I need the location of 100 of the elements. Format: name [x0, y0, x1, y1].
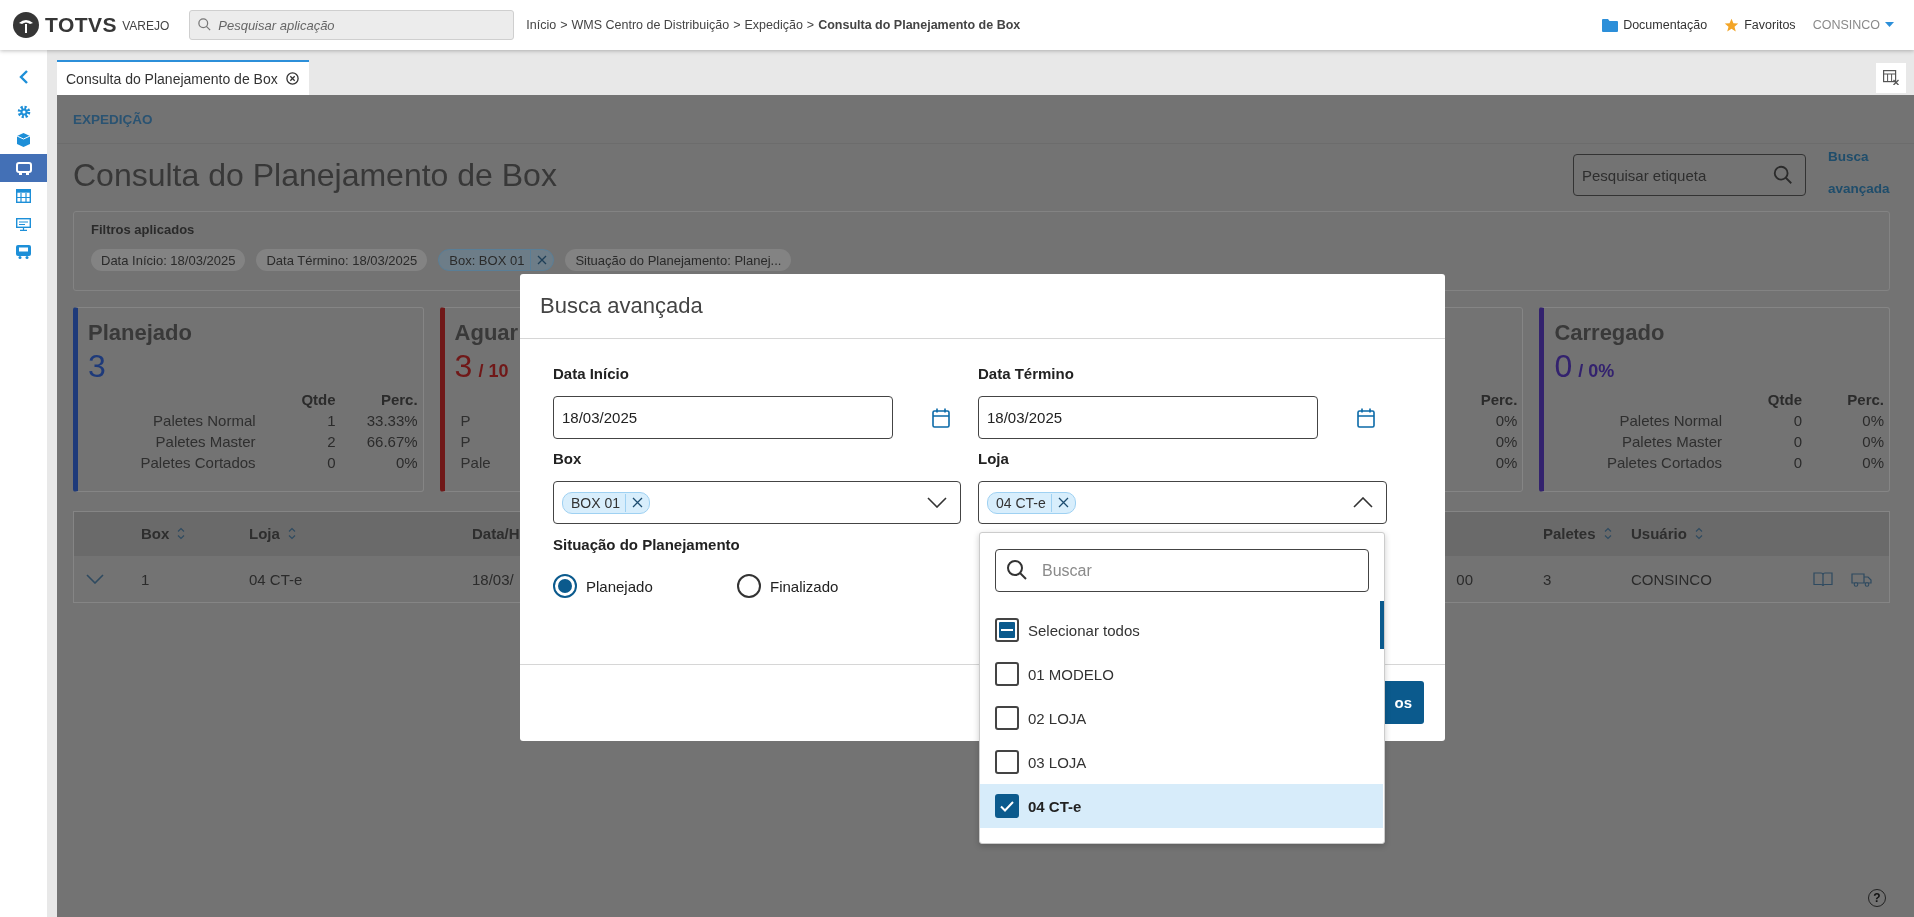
dropdown-option[interactable]: 04 CT-e [980, 784, 1383, 828]
percentage-value: 0% [1862, 412, 1884, 429]
field-label: Situação do Planejamento [553, 536, 740, 554]
row-label: Paletes Master [155, 433, 256, 450]
radio-option[interactable]: Planejado [553, 574, 737, 598]
table-cell: 3 [1543, 570, 1552, 588]
selected-tag[interactable]: BOX 01 [562, 491, 651, 514]
dialog-title: Busca avançada [540, 293, 703, 319]
breadcrumb-separator: > [806, 18, 815, 32]
chevron-left-icon[interactable] [18, 70, 29, 84]
card-title: Carregado [1554, 320, 1665, 345]
chevron-up-icon[interactable] [1353, 497, 1373, 508]
row-label: P [460, 412, 471, 429]
breadcrumb-separator: > [733, 18, 741, 32]
search-field[interactable]: Buscar [995, 549, 1369, 592]
column-header: Data/H [472, 525, 520, 542]
breadcrumb-separator: > [560, 18, 568, 32]
book-icon[interactable] [1813, 571, 1833, 587]
row-label: Paletes Normal [1619, 412, 1722, 429]
gear-icon[interactable] [16, 105, 31, 119]
checkbox[interactable] [995, 706, 1019, 730]
breadcrumb-link[interactable]: Início [526, 18, 557, 32]
row-label: Paletes Cortados [140, 454, 256, 471]
breadcrumb-link[interactable]: Expedição [744, 18, 803, 32]
quantity-value: 2 [327, 433, 336, 450]
sidebar-item[interactable] [0, 154, 47, 182]
remove-icon[interactable] [632, 497, 644, 508]
row-label: Pale [460, 454, 491, 471]
percentage-value: 0% [1862, 433, 1884, 450]
section-label: EXPEDIÇÃO [57, 95, 1914, 144]
filter-chip: Data Início: 18/03/2025 [91, 249, 246, 271]
chevron-down-icon[interactable] [927, 497, 947, 508]
monitor-icon[interactable] [16, 217, 31, 231]
row-label: Paletes Master [1621, 433, 1722, 450]
radio-button[interactable] [553, 574, 577, 598]
column-header: Perc. [380, 391, 418, 408]
close-icon[interactable] [285, 72, 299, 85]
select-field[interactable]: 04 CT-e [978, 481, 1387, 524]
card-title: Planejado [88, 320, 192, 345]
card-title: Aguar [454, 320, 519, 345]
card-value: 3 [454, 347, 473, 386]
column-header: Qtde [1767, 391, 1802, 408]
remove-icon[interactable] [1057, 497, 1069, 508]
select-field[interactable]: BOX 01 [553, 481, 961, 524]
card-percentage: / 10 [478, 361, 509, 382]
field-label: Box [553, 450, 582, 468]
row-label: Paletes Normal [153, 412, 256, 429]
logo-icon [12, 11, 40, 39]
percentage-value: 0% [395, 454, 418, 471]
checkbox[interactable] [995, 794, 1019, 818]
page-tab[interactable]: Consulta do Planejamento de Box [57, 60, 309, 95]
dropdown-option[interactable]: Selecionar todos [980, 608, 1383, 652]
breadcrumb-link[interactable]: WMS Centro de Distribuição [571, 18, 730, 32]
search-icon[interactable] [1005, 558, 1029, 582]
quantity-value: 0 [1793, 433, 1802, 450]
column-header: Perc. [1480, 391, 1518, 408]
quantity-value: 1 [327, 412, 336, 429]
checkbox[interactable] [995, 662, 1019, 686]
radio-button[interactable] [737, 574, 761, 598]
truck-icon[interactable] [1851, 571, 1873, 587]
caret-down-icon[interactable] [1885, 22, 1894, 28]
calendar-grid-icon[interactable] [16, 189, 31, 203]
check-icon [1000, 800, 1014, 812]
percentage-value: 66.67% [366, 433, 418, 450]
filter-chip: Situação do Planejamento: Planej... [565, 249, 792, 271]
dropdown-option[interactable]: 03 LOJA [980, 740, 1383, 784]
app-search-field[interactable]: Pesquisar aplicação [189, 10, 515, 40]
field-label: Data Término [978, 365, 1074, 383]
label-search-field[interactable]: Pesquisar etiqueta [1573, 154, 1806, 196]
date-field[interactable]: 18/03/2025 [553, 396, 893, 439]
table-cell: 18/03/ [472, 570, 514, 588]
percentage-value: 0% [1495, 454, 1518, 471]
star-icon [1724, 17, 1740, 33]
card-value: 3 [88, 347, 106, 386]
user-menu[interactable]: CONSINCO [1812, 18, 1880, 32]
radio-option[interactable]: Finalizado [737, 574, 921, 598]
table-settings-button[interactable] [1876, 62, 1906, 93]
quantity-value: 0 [1793, 454, 1802, 471]
folder-icon [1602, 18, 1619, 32]
cube-icon[interactable] [17, 133, 30, 147]
calendar-icon[interactable] [1357, 407, 1375, 428]
truck-screen-icon[interactable] [16, 245, 31, 259]
breadcrumb-current: Consulta do Planejamento de Box [818, 18, 1021, 32]
selected-tag[interactable]: 04 CT-e [987, 491, 1076, 514]
table-cell: 04 CT-e [249, 570, 303, 588]
quantity-value: 0 [1793, 412, 1802, 429]
screen-icon[interactable] [15, 161, 32, 175]
scrollbar-thumb[interactable] [1380, 601, 1384, 649]
percentage-value: 33.33% [366, 412, 418, 429]
product-name: VAREJO [122, 19, 170, 33]
favorites-link[interactable]: Favoritos [1744, 18, 1796, 32]
checkbox[interactable] [995, 750, 1019, 774]
date-field[interactable]: 18/03/2025 [978, 396, 1318, 439]
field-label: Data Início [553, 365, 629, 383]
filters-title: Filtros aplicados [91, 222, 196, 237]
table-cell: 1 [141, 570, 150, 588]
calendar-icon[interactable] [932, 407, 950, 428]
column-header: Qtde [301, 391, 336, 408]
card-value: 0 [1554, 347, 1573, 386]
documentation-link[interactable]: Documentação [1623, 18, 1708, 32]
